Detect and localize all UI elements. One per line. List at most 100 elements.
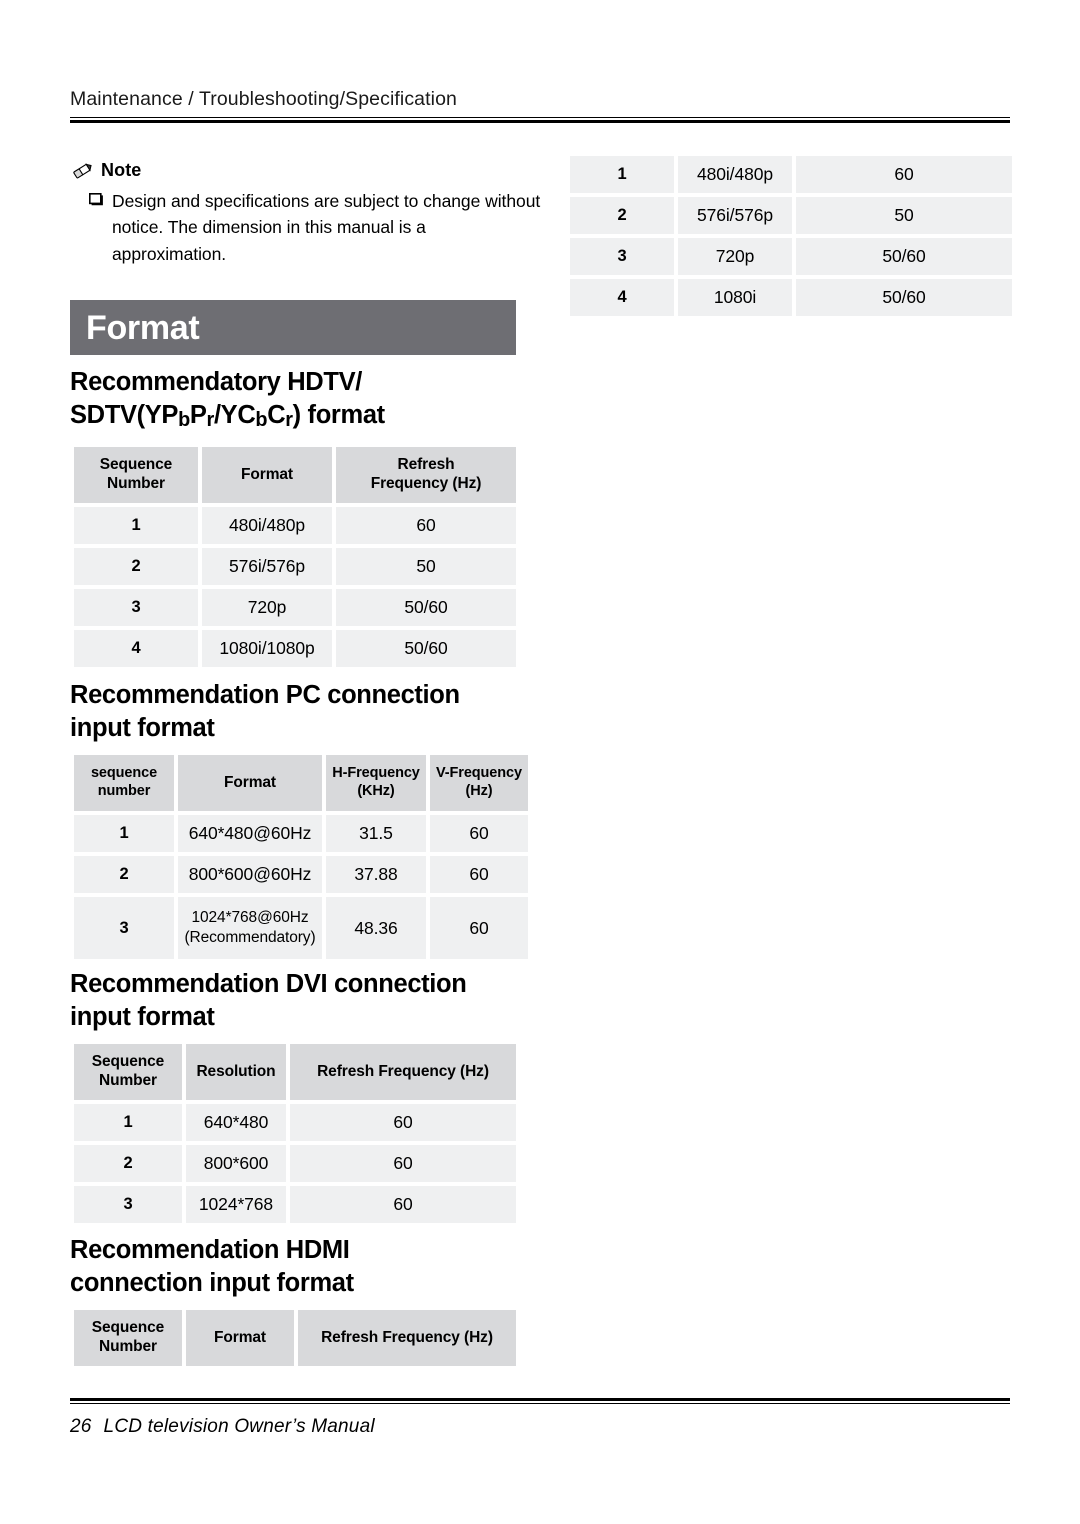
cell-format: 576i/576p xyxy=(202,548,332,585)
heading-part: SDTV(YP xyxy=(70,400,179,429)
table-row: 2 576i/576p 50 xyxy=(570,197,1012,234)
cell-sequence: 2 xyxy=(570,197,674,234)
footer-rule-thick xyxy=(70,1398,1010,1401)
col-header-refresh-frequency: Refresh Frequency (Hz) xyxy=(298,1310,516,1366)
hdmi-connection-table: Sequence Number Format Refresh Frequency … xyxy=(70,1306,520,1370)
cell-h-frequency: 37.88 xyxy=(326,856,426,893)
footer-manual-title: LCD television Owner’s Manual xyxy=(103,1416,375,1437)
cell-sequence: 2 xyxy=(74,1145,182,1182)
note-text: Design and specifications are subject to… xyxy=(112,191,541,264)
cell-v-frequency: 60 xyxy=(430,897,528,959)
heading-sub: b xyxy=(255,408,268,431)
note-block: Note Design and specifications are subje… xyxy=(72,160,542,267)
heading-part: /YC xyxy=(213,400,256,429)
format-banner: Format xyxy=(70,300,516,355)
heading-hdtv-line1: Recommendatory HDTV/ xyxy=(70,368,362,396)
cell-sequence: 3 xyxy=(74,589,198,626)
breadcrumb: Maintenance / Troubleshooting/Specificat… xyxy=(70,88,457,110)
cell-h-frequency: 48.36 xyxy=(326,897,426,959)
table-row: 3 720p 50/60 xyxy=(74,589,516,626)
heading-hdmi-line2: connection input format xyxy=(70,1268,354,1297)
col-header-sequence-number: Sequence Number xyxy=(74,1310,182,1366)
col-header-h-frequency: H-Frequency (KHz) xyxy=(326,755,426,811)
cell-refresh: 60 xyxy=(290,1145,516,1182)
cell-sequence: 4 xyxy=(570,279,674,316)
cell-format: 720p xyxy=(678,238,792,275)
col-header-sequence-number: sequence number xyxy=(74,755,174,811)
table-row: 3 1024*768@60Hz (Recommendatory) 48.36 60 xyxy=(74,897,528,959)
cell-sequence: 1 xyxy=(74,507,198,544)
table-header-row: Sequence Number Resolution Refresh Freque… xyxy=(74,1044,516,1100)
cell-sequence: 1 xyxy=(570,156,674,193)
note-label: Note xyxy=(101,160,142,180)
cell-refresh: 60 xyxy=(796,156,1012,193)
page-number: 26 xyxy=(70,1416,92,1437)
col-header-v-frequency: V-Frequency (Hz) xyxy=(430,755,528,811)
table-header-row: Sequence Number Format Refresh Frequency (… xyxy=(74,447,516,503)
pencil-icon xyxy=(72,161,94,180)
heading-part: P xyxy=(189,400,207,429)
col-header-resolution: Resolution xyxy=(186,1044,286,1100)
table-row: 1 480i/480p 60 xyxy=(74,507,516,544)
table-row: 3 1024*768 60 xyxy=(74,1186,516,1223)
table-row: 1 640*480@60Hz 31.5 60 xyxy=(74,815,528,852)
heading-hdtv-line2: SDTV(YPbPr/YCbCr) format xyxy=(70,400,385,431)
footer-rule-thin xyxy=(70,1403,1010,1404)
header-rule-thin xyxy=(70,117,1010,118)
cell-resolution: 640*480 xyxy=(186,1104,286,1141)
cell-refresh: 50 xyxy=(336,548,516,585)
page-footer: 26 LCD television Owner’s Manual xyxy=(70,1398,1010,1438)
hdtv-format-table: Sequence Number Format Refresh Frequency (… xyxy=(70,443,520,671)
cell-resolution: 800*600 xyxy=(186,1145,286,1182)
cell-format: 640*480@60Hz xyxy=(178,815,322,852)
heading-pc: Recommendation PC connection input forma… xyxy=(70,679,550,744)
table-header-row: sequence number Format H-Frequency (KHz) V… xyxy=(74,755,528,811)
cell-format: 1080i/1080p xyxy=(202,630,332,667)
dvi-connection-table: Sequence Number Resolution Refresh Freque… xyxy=(70,1040,520,1227)
table-row: 2 576i/576p 50 xyxy=(74,548,516,585)
heading-pc-line1: Recommendation PC connection xyxy=(70,681,460,709)
cell-refresh: 60 xyxy=(290,1186,516,1223)
table-row: 4 1080i/1080p 50/60 xyxy=(74,630,516,667)
cell-refresh: 60 xyxy=(336,507,516,544)
cell-v-frequency: 60 xyxy=(430,815,528,852)
format-banner-title: Format xyxy=(86,308,200,347)
cell-sequence: 3 xyxy=(570,238,674,275)
col-header-format: Format xyxy=(202,447,332,503)
col-header-refresh-frequency: Refresh Frequency (Hz) xyxy=(336,447,516,503)
heading-dvi-line2: input format xyxy=(70,1002,215,1031)
cell-sequence: 2 xyxy=(74,856,174,893)
pc-connection-table: sequence number Format H-Frequency (KHz) V… xyxy=(70,751,532,963)
document-page: Maintenance / Troubleshooting/Specificat… xyxy=(0,0,1080,1524)
table-row: 2 800*600@60Hz 37.88 60 xyxy=(74,856,528,893)
top-right-format-table: 1 480i/480p 60 2 576i/576p 50 3 720p 50/… xyxy=(566,152,1016,320)
col-header-format: Format xyxy=(178,755,322,811)
cell-sequence: 3 xyxy=(74,1186,182,1223)
hollow-square-bullet-icon xyxy=(89,188,104,267)
header-rule-thick xyxy=(70,120,1010,123)
table-row: 4 1080i 50/60 xyxy=(570,279,1012,316)
heading-sub: r xyxy=(206,408,215,431)
note-heading: Note xyxy=(72,160,542,181)
table-header-row: Sequence Number Format Refresh Frequency … xyxy=(74,1310,516,1366)
heading-part: C xyxy=(267,400,286,429)
cell-refresh: 50/60 xyxy=(796,238,1012,275)
heading-part: ) format xyxy=(292,400,385,429)
table-row: 1 480i/480p 60 xyxy=(570,156,1012,193)
cell-format: 720p xyxy=(202,589,332,626)
heading-sub: r xyxy=(285,408,293,431)
heading-hdmi: Recommendation HDMI connection input for… xyxy=(70,1234,550,1299)
col-header-sequence-number: Sequence Number xyxy=(74,1044,182,1100)
heading-dvi-line1: Recommendation DVI connection xyxy=(70,970,467,998)
cell-sequence: 1 xyxy=(74,815,174,852)
cell-h-frequency: 31.5 xyxy=(326,815,426,852)
heading-dvi: Recommendation DVI connection input form… xyxy=(70,968,560,1033)
cell-format: 1080i xyxy=(678,279,792,316)
cell-refresh: 50/60 xyxy=(336,589,516,626)
heading-hdtv: Recommendatory HDTV/ SDTV(YPbPr/YCbCr) f… xyxy=(70,366,540,431)
cell-sequence: 3 xyxy=(74,897,174,959)
cell-refresh: 50 xyxy=(796,197,1012,234)
col-header-sequence-number: Sequence Number xyxy=(74,447,198,503)
cell-refresh: 50/60 xyxy=(336,630,516,667)
cell-v-frequency: 60 xyxy=(430,856,528,893)
